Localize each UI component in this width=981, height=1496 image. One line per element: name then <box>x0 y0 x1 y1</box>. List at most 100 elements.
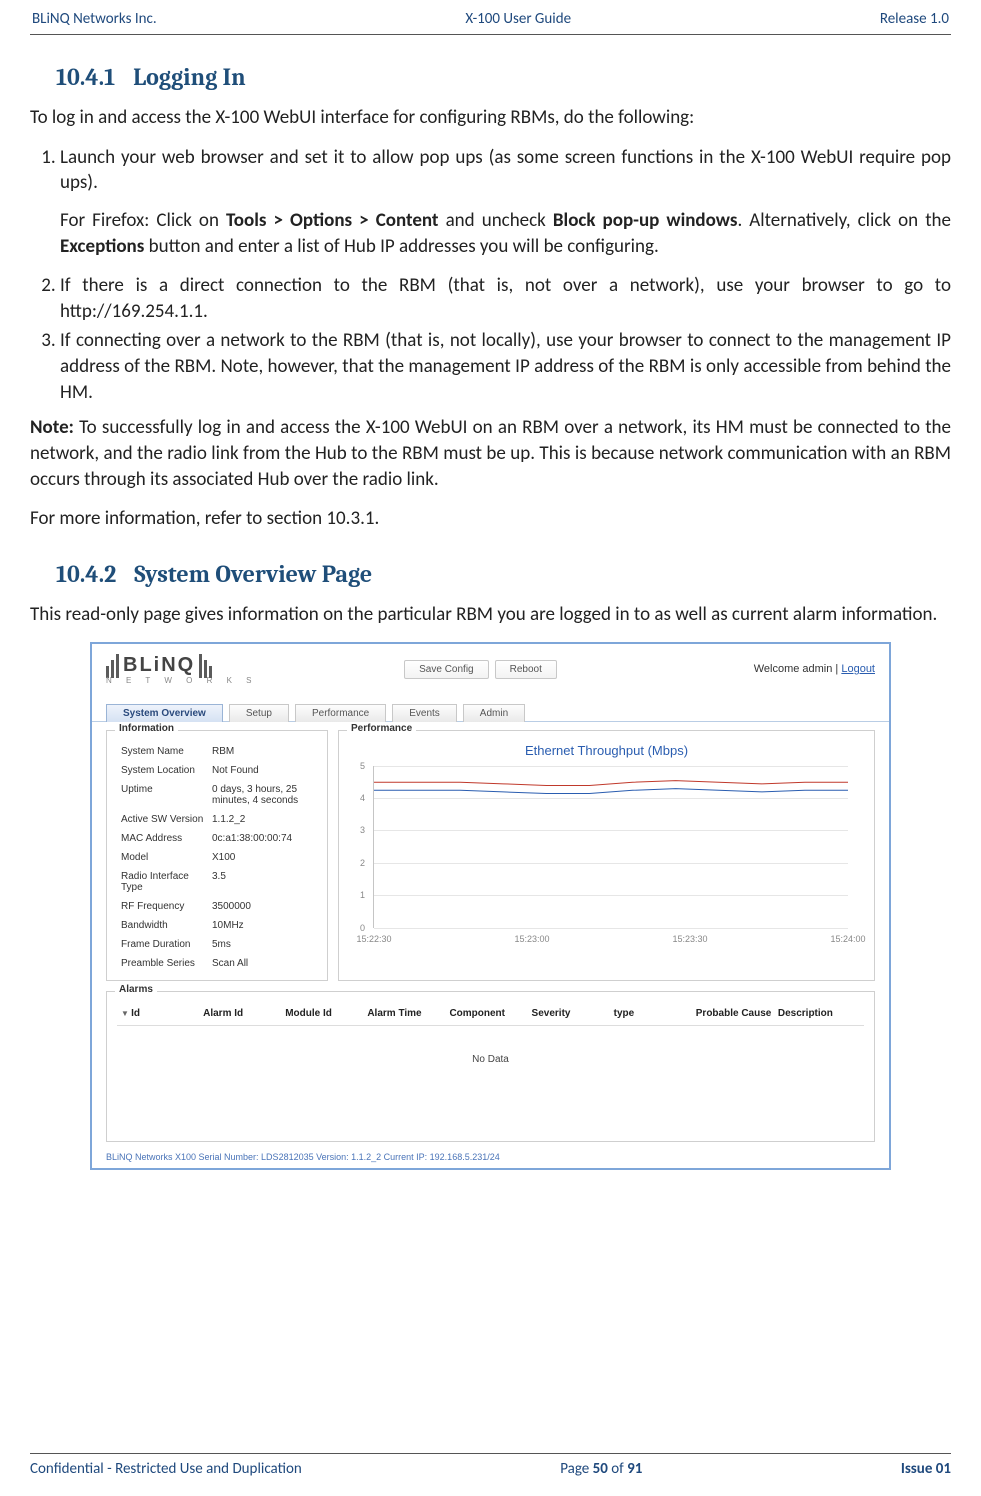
info-key: Active SW Version <box>119 811 208 828</box>
info-row: Radio Interface Type3.5 <box>119 868 315 896</box>
information-table: System NameRBMSystem LocationNot FoundUp… <box>117 741 317 974</box>
logo-bars-right-icon <box>199 654 212 678</box>
header-rule <box>30 34 951 35</box>
performance-panel: Performance Ethernet Throughput (Mbps) 0… <box>338 730 875 981</box>
info-row: RF Frequency3500000 <box>119 898 315 915</box>
step-1: Launch your web browser and set it to al… <box>60 145 951 260</box>
tab-events[interactable]: Events <box>392 704 457 722</box>
chart-xtick: 15:23:00 <box>514 934 549 944</box>
info-key: MAC Address <box>119 830 208 847</box>
page-header: BLiNQ Networks Inc. X-100 User Guide Rel… <box>30 10 951 32</box>
footer-rule <box>30 1453 951 1454</box>
info-key: Radio Interface Type <box>119 868 208 896</box>
alarm-col-header[interactable]: Probable Cause <box>696 1008 778 1019</box>
alarm-col-header[interactable]: Severity <box>532 1008 614 1019</box>
alarm-col-header[interactable]: Alarm Id <box>203 1008 285 1019</box>
performance-legend: Performance <box>347 723 416 734</box>
header-left: BLiNQ Networks Inc. <box>32 10 157 28</box>
logout-link[interactable]: Logout <box>841 663 875 675</box>
section-heading-system-overview: 10.4.2 System Overview Page <box>56 560 951 588</box>
webui-screenshot: BLiNQ N E T W O R K S Save Config Reboot… <box>90 642 891 1170</box>
section-heading-logging-in: 10.4.1 Logging In <box>56 63 951 91</box>
info-key: Preamble Series <box>119 955 208 972</box>
intro-paragraph: To log in and access the X-100 WebUI int… <box>30 105 951 131</box>
info-key: System Location <box>119 762 208 779</box>
info-value: 3500000 <box>210 898 315 915</box>
info-value: RBM <box>210 743 315 760</box>
footer-left: Confidential - Restricted Use and Duplic… <box>30 1460 302 1478</box>
blinq-logo: BLiNQ N E T W O R K S <box>106 654 276 685</box>
page-footer: Confidential - Restricted Use and Duplic… <box>30 1453 951 1478</box>
chart-xtick: 15:23:30 <box>672 934 707 944</box>
logo-subtext: N E T W O R K S <box>106 676 276 685</box>
info-value: Not Found <box>210 762 315 779</box>
step-1-sub: For Firefox: Click on Tools > Options > … <box>60 208 951 259</box>
info-row: ModelX100 <box>119 849 315 866</box>
info-row: Preamble SeriesScan All <box>119 955 315 972</box>
alarm-col-header[interactable]: Module Id <box>285 1008 367 1019</box>
chart-series-series-red <box>374 780 848 785</box>
info-key: Frame Duration <box>119 936 208 953</box>
section-title: System Overview Page <box>134 560 372 588</box>
info-row: System NameRBM <box>119 743 315 760</box>
tab-system-overview[interactable]: System Overview <box>106 704 223 722</box>
info-value: 0 days, 3 hours, 25 minutes, 4 seconds <box>210 781 315 809</box>
alarm-col-header[interactable]: type <box>614 1008 696 1019</box>
logo-text: BLiNQ <box>123 654 195 677</box>
section2-intro: This read-only page gives information on… <box>30 602 951 628</box>
chart-title: Ethernet Throughput (Mbps) <box>349 743 864 758</box>
info-value: 10MHz <box>210 917 315 934</box>
tab-admin[interactable]: Admin <box>463 704 525 722</box>
chart-ytick: 5 <box>360 761 365 771</box>
alarm-col-header[interactable]: Description <box>778 1008 860 1019</box>
step-2: If there is a direct connection to the R… <box>60 273 951 324</box>
chart-ytick: 1 <box>360 890 365 900</box>
alarms-panel: Alarms IdAlarm IdModule IdAlarm TimeComp… <box>106 991 875 1142</box>
footer-right: Issue 01 <box>901 1460 951 1478</box>
chart-ytick: 2 <box>360 858 365 868</box>
info-key: System Name <box>119 743 208 760</box>
info-key: RF Frequency <box>119 898 208 915</box>
section-number: 10.4.1 <box>56 63 115 91</box>
chart-series-series-blue <box>374 788 848 793</box>
info-key: Model <box>119 849 208 866</box>
chart-gridline <box>374 928 848 929</box>
tab-bar: System Overview Setup Performance Events Adm… <box>92 691 889 722</box>
chart-xtick: 15:22:30 <box>356 934 391 944</box>
info-key: Uptime <box>119 781 208 809</box>
throughput-chart: 01234515:22:3015:23:0015:23:3015:24:00 <box>349 760 864 950</box>
section-number: 10.4.2 <box>56 560 116 588</box>
step-3: If connecting over a network to the RBM … <box>60 328 951 405</box>
alarm-col-header[interactable]: Component <box>449 1008 531 1019</box>
chart-ytick: 4 <box>360 793 365 803</box>
section-title: Logging In <box>133 63 246 91</box>
info-value: 3.5 <box>210 868 315 896</box>
info-row: Frame Duration5ms <box>119 936 315 953</box>
info-row: System LocationNot Found <box>119 762 315 779</box>
header-center: X-100 User Guide <box>465 10 571 28</box>
reboot-button[interactable]: Reboot <box>495 660 557 679</box>
info-value: 0c:a1:38:00:00:74 <box>210 830 315 847</box>
information-legend: Information <box>115 723 178 734</box>
save-config-button[interactable]: Save Config <box>404 660 488 679</box>
webui-header: BLiNQ N E T W O R K S Save Config Reboot… <box>92 644 889 691</box>
info-row: MAC Address0c:a1:38:00:00:74 <box>119 830 315 847</box>
tab-performance[interactable]: Performance <box>295 704 386 722</box>
logo-bars-left-icon <box>106 654 119 678</box>
info-row: Uptime0 days, 3 hours, 25 minutes, 4 sec… <box>119 781 315 809</box>
info-row: Active SW Version1.1.2_2 <box>119 811 315 828</box>
footer-center: Page 50 of 91 <box>302 1460 901 1478</box>
info-value: 5ms <box>210 936 315 953</box>
alarm-col-header[interactable]: Id <box>121 1008 203 1019</box>
more-info-paragraph: For more information, refer to section 1… <box>30 506 951 532</box>
tab-setup[interactable]: Setup <box>229 704 289 722</box>
info-value: 1.1.2_2 <box>210 811 315 828</box>
chart-xtick: 15:24:00 <box>830 934 865 944</box>
info-value: Scan All <box>210 955 315 972</box>
info-value: X100 <box>210 849 315 866</box>
steps-list: Launch your web browser and set it to al… <box>30 145 951 406</box>
header-right: Release 1.0 <box>880 10 949 28</box>
info-row: Bandwidth10MHz <box>119 917 315 934</box>
alarm-col-header[interactable]: Alarm Time <box>367 1008 449 1019</box>
note-paragraph: Note: To successfully log in and access … <box>30 415 951 492</box>
